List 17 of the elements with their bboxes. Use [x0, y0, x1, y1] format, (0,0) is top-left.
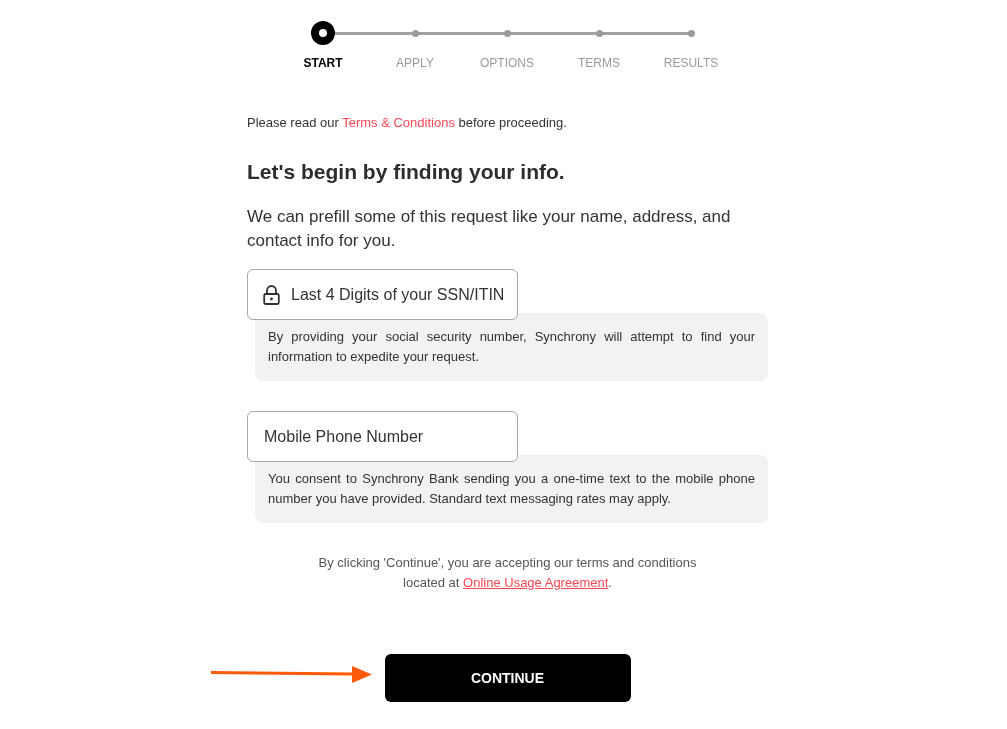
phone-input-field[interactable]: Mobile Phone Number [247, 411, 518, 462]
info-note: You consent to Synchrony Bank sending you a one-time text to the mobile phone number you have provided. Standard text messaging rates may apply. [255, 455, 768, 523]
terms-link[interactable]: Terms & Conditions [342, 115, 455, 130]
continue-button[interactable]: CONTINUE [384, 654, 631, 702]
step-label: OPTIONS [480, 55, 534, 71]
intro-text: We can prefill some of this request like your name, address, and contact info for you. [247, 206, 732, 252]
info-note: By providing your social security number, Synchrony will attempt to find your information to expedite your request. [255, 313, 768, 381]
arrow-icon [210, 665, 372, 684]
step-label: TERMS [578, 55, 620, 71]
lock-icon [263, 285, 280, 305]
ssn-input-field[interactable]: Last 4 Digits of your SSN/ITIN [247, 269, 518, 320]
step-label: START [303, 55, 343, 71]
step-label: APPLY [396, 55, 434, 71]
disclaimer-text: By clicking 'Continue', you are accepting our terms and conditions located at Online Usage Agreement. [317, 554, 698, 592]
notice-text: Please read our Terms & Conditions before proceeding. [247, 115, 568, 131]
heading: Let's begin by finding your info. [247, 159, 566, 185]
step-label: RESULTS [663, 55, 719, 71]
